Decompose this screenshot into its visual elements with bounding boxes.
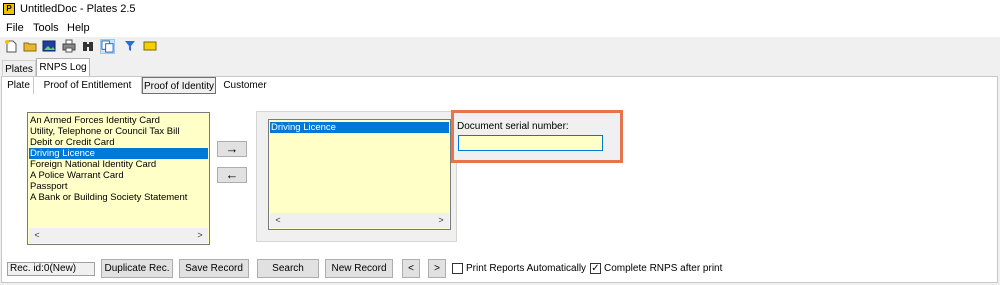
print-icon[interactable] [61,39,76,54]
search-button[interactable]: Search [257,259,319,278]
arrow-right-icon: → [225,141,239,156]
selected-documents-list[interactable]: Driving Licence < > [268,119,451,230]
new-record-button[interactable]: New Record [325,259,393,278]
menu-bar: File Tools Help [0,20,1000,37]
list-item[interactable]: Utility, Telephone or Council Tax Bill [29,126,179,137]
complete-rnps-label: Complete RNPS after print [604,263,723,274]
scroll-right-icon[interactable]: > [193,229,207,242]
tab-proof-of-entitlement[interactable]: Proof of Entitlement [34,77,142,94]
tab-plates[interactable]: Plates [2,60,36,77]
remove-document-button[interactable]: ← [217,167,247,183]
scroll-right-icon[interactable]: > [434,214,448,227]
horizontal-scrollbar[interactable]: < > [29,228,208,243]
window-title: UntitledDoc - Plates 2.5 [20,3,136,15]
app-icon: P [3,3,15,15]
record-id-status: Rec. id:0(New) [7,262,95,276]
add-document-button[interactable]: → [217,141,247,157]
list-item-selected[interactable]: Driving Licence [270,122,449,133]
horizontal-scrollbar[interactable]: < > [270,213,449,228]
tab-proof-of-identity[interactable]: Proof of Identity [142,77,216,94]
menu-help[interactable]: Help [67,22,90,34]
available-documents-list[interactable]: An Armed Forces Identity Card Utility, T… [27,112,210,245]
binoculars-icon[interactable] [80,39,95,54]
image-icon[interactable] [41,39,56,54]
scroll-left-icon[interactable]: < [271,214,285,227]
filter-icon[interactable] [122,39,137,54]
serial-number-label: Document serial number: [457,121,569,132]
print-reports-label: Print Reports Automatically [466,263,587,274]
tab-customer[interactable]: Customer [218,77,272,94]
list-item[interactable]: Passport [29,181,68,192]
list-item[interactable]: A Bank or Building Society Statement [29,192,187,203]
tab-plate[interactable]: Plate [4,77,34,94]
list-item-selected[interactable]: Driving Licence [29,148,208,159]
menu-tools[interactable]: Tools [33,22,59,34]
scroll-left-icon[interactable]: < [30,229,44,242]
complete-rnps-checkbox[interactable]: ✓ [590,263,601,274]
toolbar [0,37,1000,57]
tab-rnps-log[interactable]: RNPS Log [36,58,90,77]
new-doc-icon[interactable] [3,39,18,54]
duplicate-record-button[interactable]: Duplicate Rec. [101,259,173,278]
previous-record-button[interactable]: < [402,259,420,278]
list-item[interactable]: A Police Warrant Card [29,170,124,181]
open-folder-icon[interactable] [22,39,37,54]
save-record-button[interactable]: Save Record [179,259,249,278]
print-reports-checkbox[interactable] [452,263,463,274]
arrow-left-icon: ← [225,167,239,182]
label-icon[interactable] [142,39,157,54]
title-bar: P UntitledDoc - Plates 2.5 [0,0,1000,20]
list-item[interactable]: Debit or Credit Card [29,137,114,148]
next-record-button[interactable]: > [428,259,446,278]
menu-file[interactable]: File [6,22,24,34]
serial-number-input[interactable] [458,135,603,151]
list-item[interactable]: An Armed Forces Identity Card [29,115,160,126]
list-item[interactable]: Foreign National Identity Card [29,159,156,170]
checkmark-icon: ✓ [591,263,600,274]
copy-icon[interactable] [100,39,115,54]
